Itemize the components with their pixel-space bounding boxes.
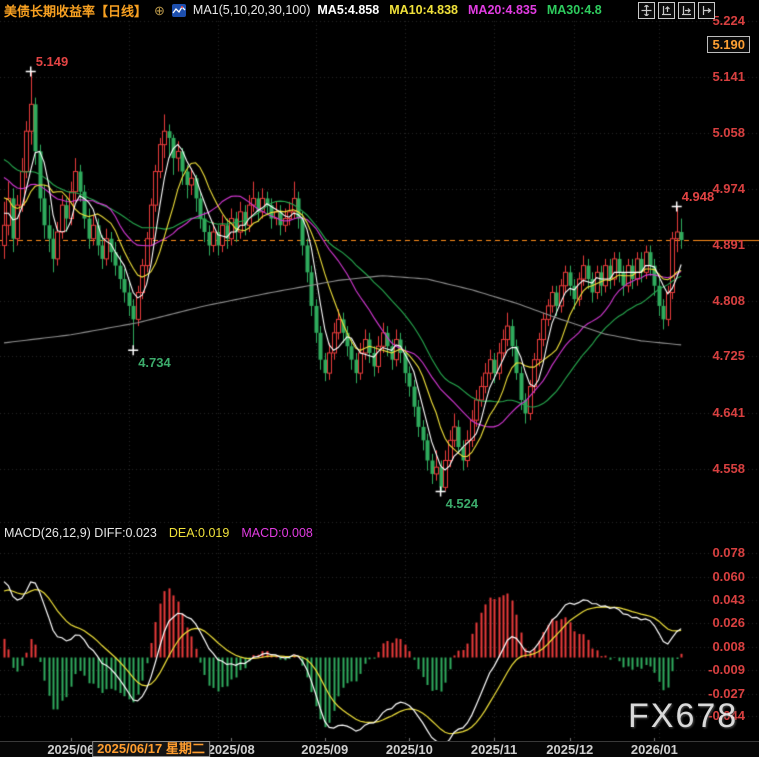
- extreme-price-label: 4.948: [681, 189, 715, 205]
- chart-app-window: 美债长期收益率【日线】 ⊕ MA1(5,10,20,30,100) MA5:4.…: [0, 0, 759, 757]
- macd-params-diff-label: MACD(26,12,9) DIFF:0.023: [4, 526, 157, 540]
- extreme-price-label: 4.734: [138, 355, 171, 371]
- time-axis[interactable]: 2025/06 2025/08 2025/09 2025/10 2025/11 2025/…: [0, 741, 759, 757]
- macd-axis-tick: 0.060: [712, 569, 745, 585]
- ma-legend-value: MA10:4.838: [389, 3, 459, 17]
- y-axis-zoom-icon[interactable]: [658, 2, 675, 19]
- macd-legend: MACD(26,12,9) DIFF:0.023 DEA:0.019 MACD:…: [4, 526, 313, 540]
- macd-axis-tick: -0.009: [708, 661, 745, 677]
- candlestick-chart-icon[interactable]: [171, 3, 186, 17]
- ma-legend-value: MA30:4.8: [546, 3, 602, 17]
- macd-dea-label: DEA:0.019: [168, 526, 230, 540]
- x-axis-zoom-icon[interactable]: [678, 2, 695, 19]
- price-axis-tick: 4.558: [712, 460, 745, 476]
- link-toggle-icon[interactable]: ⊕: [154, 4, 165, 17]
- time-axis-tick: 2026/01: [630, 742, 678, 757]
- pan-right-icon[interactable]: [698, 2, 715, 19]
- crosshair-price-readout: 5.190: [707, 36, 750, 53]
- macd-axis-tick: 0.026: [712, 614, 745, 630]
- time-axis-tick: 2025/11: [470, 742, 518, 757]
- chart-canvas[interactable]: [0, 0, 759, 757]
- ma-indicator-label[interactable]: MA1(5,10,20,30,100): [193, 3, 310, 17]
- ma-legend-value: MA20:4.835: [468, 3, 537, 17]
- chart-toolbar: [638, 2, 715, 19]
- time-axis-tick: 2025/06: [47, 742, 95, 757]
- price-axis-tick: 4.725: [712, 348, 745, 364]
- time-axis-tick: 2025/09: [301, 742, 349, 757]
- price-axis-tick: 4.808: [712, 292, 745, 308]
- watermark: FX678: [628, 697, 739, 735]
- price-axis-tick: 5.058: [712, 124, 745, 140]
- price-axis-tick: 4.641: [712, 404, 745, 420]
- macd-macd-label: MACD:0.008: [241, 526, 313, 540]
- time-axis-tick: 2025/08: [207, 742, 255, 757]
- macd-axis-tick: 0.078: [712, 545, 745, 561]
- extreme-price-label: 5.149: [35, 54, 69, 70]
- macd-axis-tick: 0.043: [712, 592, 745, 607]
- time-axis-tick: 2025/12: [546, 742, 594, 757]
- price-axis-tick: 5.141: [712, 68, 745, 84]
- crosshair-date-readout: 2025/06/17 星期二: [92, 741, 210, 757]
- page-title: 美债长期收益率【日线】: [4, 3, 148, 19]
- ma-legend-value: MA5:4.858: [317, 3, 380, 17]
- crosshair-move-icon[interactable]: [638, 2, 655, 19]
- extreme-price-label: 4.524: [445, 496, 479, 512]
- price-axis-tick: 4.891: [712, 236, 745, 252]
- chart-header: 美债长期收益率【日线】 ⊕ MA1(5,10,20,30,100) MA5:4.…: [4, 1, 602, 19]
- macd-axis-tick: 0.008: [712, 638, 745, 654]
- ma-legend: MA5:4.858 MA10:4.838 MA20:4.835 MA30:4.8: [317, 3, 601, 17]
- time-axis-tick: 2025/10: [385, 742, 433, 757]
